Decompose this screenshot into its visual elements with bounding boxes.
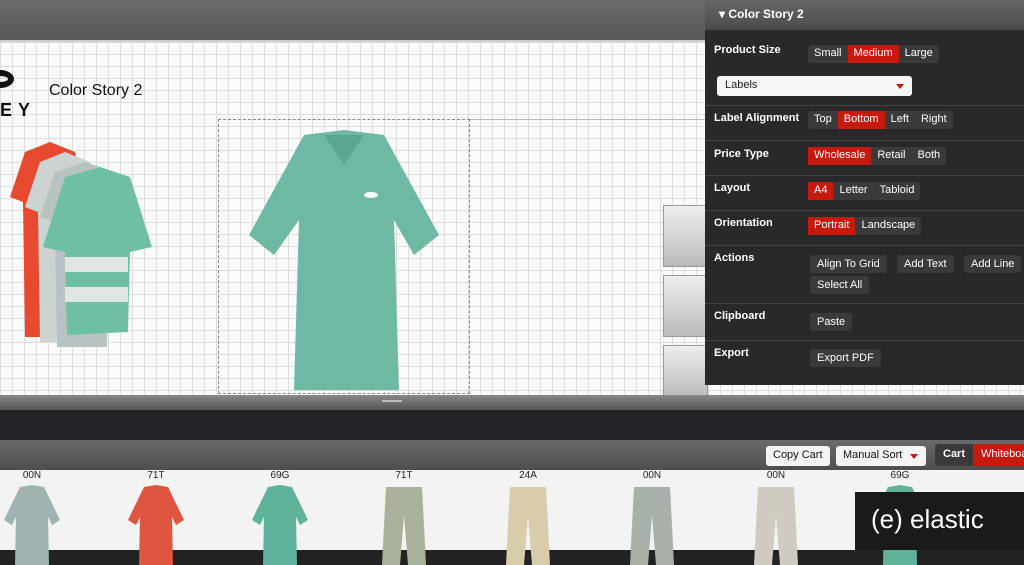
product-item[interactable]: 00N <box>741 470 811 565</box>
product-item[interactable]: 00N <box>0 470 67 565</box>
brand-logo: EY <box>0 100 37 120</box>
product-code: 24A <box>519 470 537 481</box>
product-code: 00N <box>22 470 42 481</box>
layout-a4[interactable]: A4 <box>808 182 834 200</box>
size-medium[interactable]: Medium <box>847 45 899 63</box>
align-left[interactable]: Left <box>885 111 915 129</box>
whiteboard-tab[interactable]: Whiteboard <box>973 444 1024 466</box>
size-small[interactable]: Small <box>808 45 848 63</box>
orientation-label: Orientation <box>714 217 773 229</box>
layout-tabloid[interactable]: Tabloid <box>874 182 921 200</box>
divider <box>705 303 1024 304</box>
product-item[interactable]: 24A <box>493 470 563 565</box>
orientation-landscape[interactable]: Landscape <box>855 217 921 235</box>
product-code: 00N <box>642 470 662 481</box>
divider <box>705 340 1024 341</box>
labels-select[interactable]: Labels <box>717 76 912 96</box>
select-all-button[interactable]: Select All <box>810 276 870 294</box>
align-right[interactable]: Right <box>915 111 953 129</box>
panel-title: Color Story 2 <box>728 7 804 21</box>
pants-image <box>506 487 550 565</box>
guide-line <box>470 119 705 120</box>
product-code: 00N <box>766 470 786 481</box>
add-line-button[interactable]: Add Line <box>964 255 1022 273</box>
pants-image <box>630 487 674 565</box>
export-label: Export <box>714 347 749 359</box>
align-top[interactable]: Top <box>808 111 838 129</box>
export-pdf-button[interactable]: Export PDF <box>810 349 881 367</box>
price-type-control: Wholesale Retail Both <box>808 147 947 165</box>
product-code: 69G <box>270 470 290 481</box>
divider <box>705 210 1024 211</box>
sort-select[interactable]: Manual Sort <box>836 446 926 466</box>
view-toggle: Cart Whiteboard <box>935 444 1024 466</box>
shirt-stack-image[interactable] <box>5 137 155 347</box>
price-type-label: Price Type <box>714 148 769 160</box>
price-both[interactable]: Both <box>911 147 946 165</box>
layout-control: A4 Letter Tabloid <box>808 182 921 200</box>
label-alignment-label: Label Alignment <box>714 112 800 124</box>
align-to-grid-button[interactable]: Align To Grid <box>810 255 887 273</box>
shirt-image <box>128 485 184 565</box>
product-size-label: Product Size <box>714 44 781 56</box>
cart-toolbar: Copy Cart Manual Sort Cart Whiteboard <box>0 440 1024 470</box>
divider <box>705 245 1024 246</box>
product-code: 69G <box>890 470 910 481</box>
label-alignment-control: Top Bottom Left Right <box>808 111 953 129</box>
size-large[interactable]: Large <box>899 45 939 63</box>
clipboard-label: Clipboard <box>714 310 766 322</box>
thumbnail-placeholder[interactable] <box>663 345 708 397</box>
thumbnail-placeholder[interactable] <box>663 205 708 267</box>
product-item[interactable]: 71T <box>121 470 191 565</box>
product-item[interactable]: 69G <box>245 470 315 565</box>
elastic-watermark: (e) elastic <box>855 492 1024 550</box>
paste-button[interactable]: Paste <box>810 313 853 331</box>
product-size-control: Small Medium Large <box>808 45 939 63</box>
selected-product-frame[interactable] <box>218 119 470 394</box>
shirt-image <box>252 485 308 565</box>
orientation-control: Portrait Landscape <box>808 217 922 235</box>
product-code: 71T <box>147 470 165 481</box>
product-item[interactable]: 00N <box>617 470 687 565</box>
polo-shirt-image[interactable] <box>244 125 444 395</box>
thumbnail-placeholder[interactable] <box>663 275 708 337</box>
product-code: 71T <box>395 470 413 481</box>
dropdown-arrow-icon <box>896 84 904 89</box>
canvas-title[interactable]: Color Story 2 <box>49 82 142 100</box>
layout-label: Layout <box>714 182 751 194</box>
align-bottom[interactable]: Bottom <box>837 111 885 129</box>
shirt-image <box>4 485 60 565</box>
orientation-portrait[interactable]: Portrait <box>808 217 856 235</box>
collapse-triangle-icon: ▾ <box>719 7 729 21</box>
spacer-bar <box>0 410 1024 440</box>
divider <box>705 105 1024 106</box>
pants-image <box>754 487 798 565</box>
grip-icon <box>382 400 402 402</box>
cart-tab[interactable]: Cart <box>935 444 973 466</box>
resize-handle[interactable] <box>0 395 1024 410</box>
dropdown-arrow-icon <box>910 454 918 459</box>
panel-header[interactable]: ▾ Color Story 2 <box>705 0 1024 30</box>
product-item[interactable]: 71T <box>369 470 439 565</box>
price-retail[interactable]: Retail <box>871 147 911 165</box>
divider <box>705 175 1024 176</box>
pants-image <box>382 487 426 565</box>
actions-label: Actions <box>714 252 755 264</box>
add-text-button[interactable]: Add Text <box>897 255 954 273</box>
settings-panel: ▾ Color Story 2 Product Size Small Mediu… <box>705 0 1024 385</box>
brand-logo-icon <box>0 70 14 88</box>
price-wholesale[interactable]: Wholesale <box>808 147 872 165</box>
divider <box>705 140 1024 141</box>
copy-cart-button[interactable]: Copy Cart <box>766 446 830 466</box>
layout-letter[interactable]: Letter <box>833 182 873 200</box>
